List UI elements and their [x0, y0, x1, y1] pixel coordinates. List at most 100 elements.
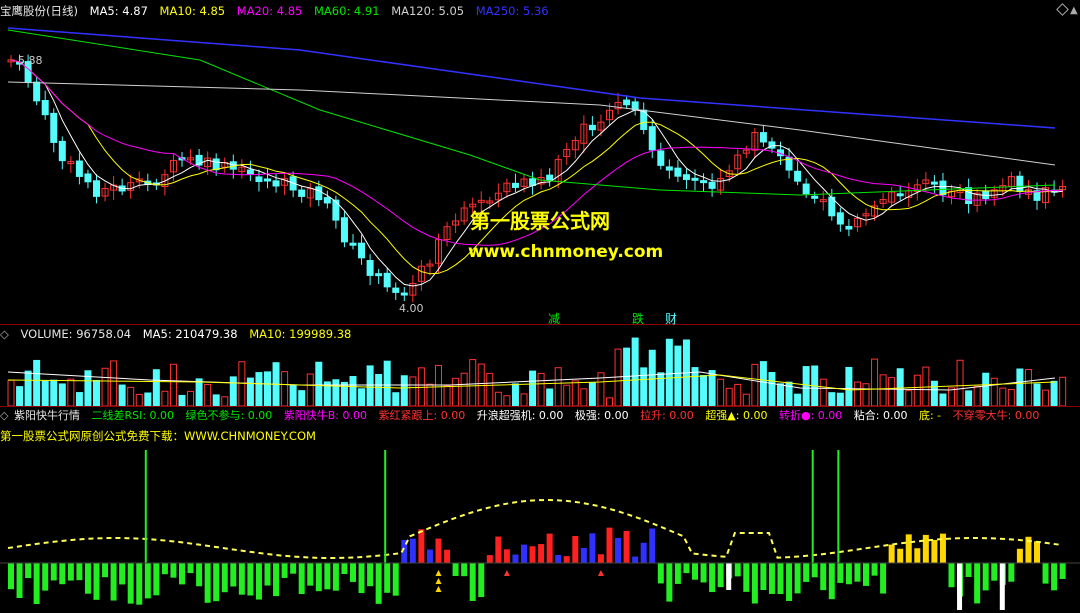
indicator-bar	[623, 530, 630, 563]
event-marker-reduce[interactable]: 减	[548, 310, 560, 327]
indicator-bar	[298, 563, 305, 595]
volume-bar	[759, 361, 767, 407]
signal-triangle	[435, 586, 442, 592]
volume-bar	[554, 367, 562, 407]
event-marker-fall[interactable]: 跌	[632, 310, 644, 327]
volume-bar	[691, 367, 699, 407]
volume-bar	[606, 397, 613, 407]
indicator-bar	[144, 563, 151, 599]
volume-bar	[67, 378, 75, 407]
candle-body	[982, 190, 990, 200]
signal-spike	[384, 450, 387, 563]
indicator-bar	[42, 563, 49, 591]
indicator-note: 第一股票公式网原创公式免费下载：WWW.CHNMONEY.COM	[0, 429, 316, 443]
candle-body	[682, 174, 690, 180]
candle-body	[631, 101, 639, 111]
indicator-bar	[854, 563, 861, 582]
volume-bar	[221, 396, 229, 407]
indicator-bar	[418, 529, 425, 563]
candle-body	[383, 272, 391, 288]
volume-bar	[358, 388, 366, 407]
candle-body	[392, 287, 400, 293]
signal-spike	[144, 450, 147, 563]
indicator-bar	[84, 563, 91, 594]
indicator-bar	[768, 563, 775, 594]
high-price-label: 5.88	[18, 54, 43, 67]
volume-bar	[366, 365, 374, 407]
volume-bar	[169, 363, 177, 407]
indicator-header: ◇ 紫阳快牛行情 二线差RSI: 0.00 绿色不参与: 0.00 紫阳快牛B:…	[0, 408, 1047, 424]
volume-bar	[93, 379, 100, 407]
volume-bar	[460, 372, 468, 407]
indicator-bar	[803, 563, 810, 582]
volume-bar	[238, 361, 246, 407]
indicator-bar	[1034, 541, 1040, 563]
candle-body	[1016, 175, 1024, 192]
candle-body	[33, 81, 41, 102]
watermark-title: 第一股票公式网	[470, 209, 610, 233]
volume-bar	[563, 384, 571, 407]
indicator-bar	[375, 563, 382, 604]
indicator-bar	[811, 563, 818, 578]
volume-bar	[956, 359, 964, 407]
indicator-bar	[563, 556, 570, 563]
volume-bar	[435, 364, 442, 407]
indicator-bar	[948, 563, 955, 588]
volume-bar	[264, 371, 271, 407]
volume-bar	[289, 384, 297, 407]
volume-bar	[452, 377, 460, 407]
indicator-name[interactable]: 紫阳快牛行情	[14, 409, 80, 422]
volume-bar	[1050, 380, 1058, 407]
watermark-url: www.chnmoney.com	[468, 242, 664, 262]
indicator-panel	[0, 450, 1080, 610]
candle-body	[511, 182, 519, 188]
volume-bar	[349, 376, 357, 407]
indicator-bar	[102, 563, 109, 578]
indicator-bar	[939, 533, 946, 563]
candle-body	[323, 197, 331, 204]
candle-body	[366, 260, 374, 276]
indicator-bar	[110, 563, 117, 601]
volume-bar	[930, 380, 938, 407]
volume-bar	[990, 377, 998, 407]
candle-body	[691, 177, 699, 181]
indicator-bar	[67, 563, 74, 581]
indicator-bar	[452, 563, 459, 576]
indicator-bar	[751, 563, 758, 604]
volume-bar	[871, 358, 879, 407]
indicator-bar	[709, 563, 716, 593]
indicator-bar	[657, 563, 664, 584]
signal-triangle	[503, 570, 510, 576]
ind-rsi-diff: 二线差RSI: 0.00	[91, 409, 175, 422]
volume-bar	[802, 366, 810, 407]
volume-bar	[614, 348, 622, 407]
volume-bar	[212, 394, 220, 407]
volume-bar	[33, 359, 41, 407]
vol-indicator-icon[interactable]: ◇	[0, 327, 9, 341]
volume-bar	[580, 388, 588, 407]
volume-bar	[571, 380, 579, 407]
indicator-bar	[546, 533, 553, 563]
candle-body	[700, 180, 708, 184]
event-marker-finance[interactable]: 财	[665, 310, 677, 327]
indicator-bar	[221, 563, 228, 593]
candle-body	[75, 160, 83, 177]
indicator-bar	[974, 563, 981, 604]
low-price-label: 4.00	[399, 302, 424, 315]
candle-body	[358, 242, 366, 259]
volume-bar	[1042, 389, 1050, 407]
volume-bar	[648, 349, 656, 407]
volume-bar	[999, 387, 1007, 407]
indicator-bar	[367, 563, 374, 587]
indicator-bar	[1051, 563, 1058, 591]
volume-bar	[665, 338, 673, 407]
volume-bar	[623, 347, 631, 407]
indicator-bar	[674, 563, 681, 584]
indicator-bar	[606, 527, 613, 563]
ind-indicator-icon[interactable]: ◇	[0, 409, 8, 422]
volume-bar	[127, 386, 135, 407]
candle-body	[759, 132, 767, 143]
white-spike	[999, 563, 1005, 610]
candle-body	[648, 126, 656, 151]
volume-bar	[204, 383, 212, 407]
